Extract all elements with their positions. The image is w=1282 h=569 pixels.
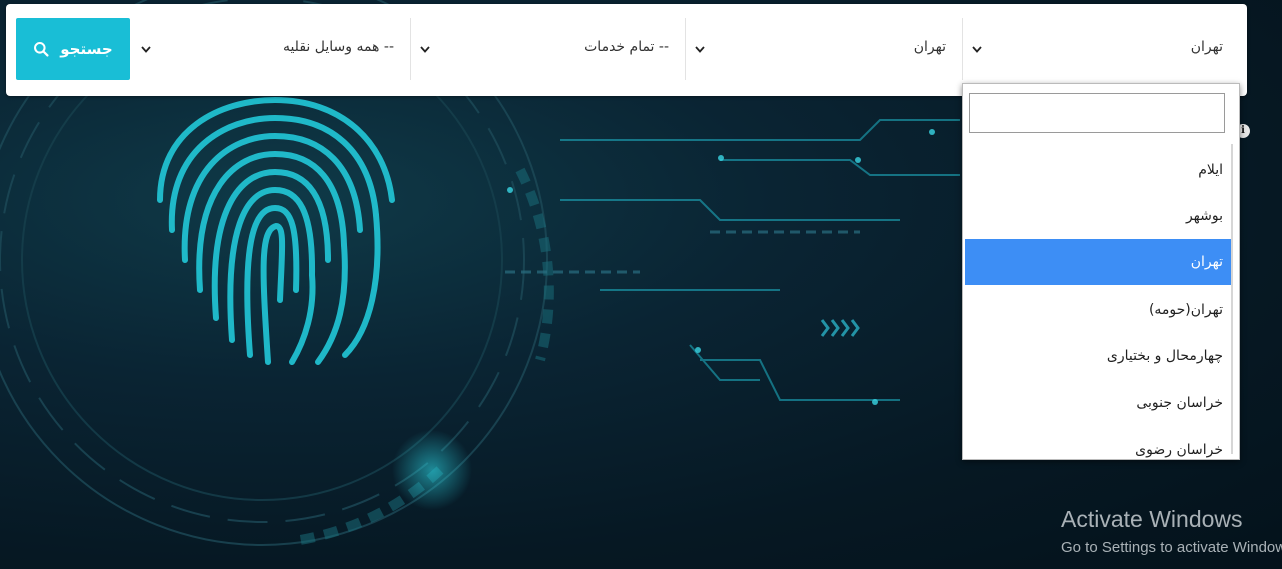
chevron-down-icon <box>695 46 705 53</box>
chevron-down-icon <box>420 46 430 53</box>
outer-segments <box>299 167 554 545</box>
circuit-nodes <box>507 129 935 405</box>
dropdown-option[interactable]: چهارمحال و بختیاری <box>965 333 1231 379</box>
city-select-value: تهران <box>913 39 946 55</box>
activate-windows-watermark: Activate Windows Go to Settings to activ… <box>1061 506 1282 556</box>
dropdown-option[interactable]: ایلام <box>965 147 1231 193</box>
service-select[interactable]: -- تمام خدمات <box>411 18 685 80</box>
province-select[interactable]: تهران <box>963 18 1239 80</box>
service-select-value: -- تمام خدمات <box>584 39 669 55</box>
dropdown-scrollbar[interactable] <box>1231 144 1233 454</box>
circuit-lines <box>560 119 960 401</box>
province-dropdown: ایلام بوشهر تهران تهران(حومه) چهارمحال و… <box>962 83 1240 460</box>
dropdown-option-selected[interactable]: تهران <box>965 239 1231 285</box>
vehicle-select-value: -- همه وسایل نقلیه <box>282 39 394 55</box>
province-select-value: تهران <box>1190 39 1223 55</box>
dropdown-option[interactable]: بوشهر <box>965 193 1231 239</box>
chevron-down-icon <box>972 46 982 53</box>
dropdown-option[interactable]: خراسان رضوی <box>965 427 1231 459</box>
hatched-bars <box>505 230 860 274</box>
chevron-arrows <box>820 319 860 337</box>
chevron-down-icon <box>141 46 151 53</box>
watermark-subtitle: Go to Settings to activate Windows. <box>1061 539 1282 556</box>
dropdown-option[interactable]: تهران(حومه) <box>965 287 1231 333</box>
watermark-title: Activate Windows <box>1061 506 1243 532</box>
search-button-label: جستجو <box>60 40 113 58</box>
search-button[interactable]: جستجو <box>16 18 130 80</box>
fingerprint-icon <box>157 96 395 365</box>
dropdown-option[interactable]: خراسان جنوبی <box>965 380 1231 426</box>
vehicle-select[interactable]: -- همه وسایل نقلیه <box>132 18 410 80</box>
dropdown-search-input[interactable] <box>969 93 1225 133</box>
city-select[interactable]: تهران <box>686 18 962 80</box>
search-icon <box>34 41 49 57</box>
